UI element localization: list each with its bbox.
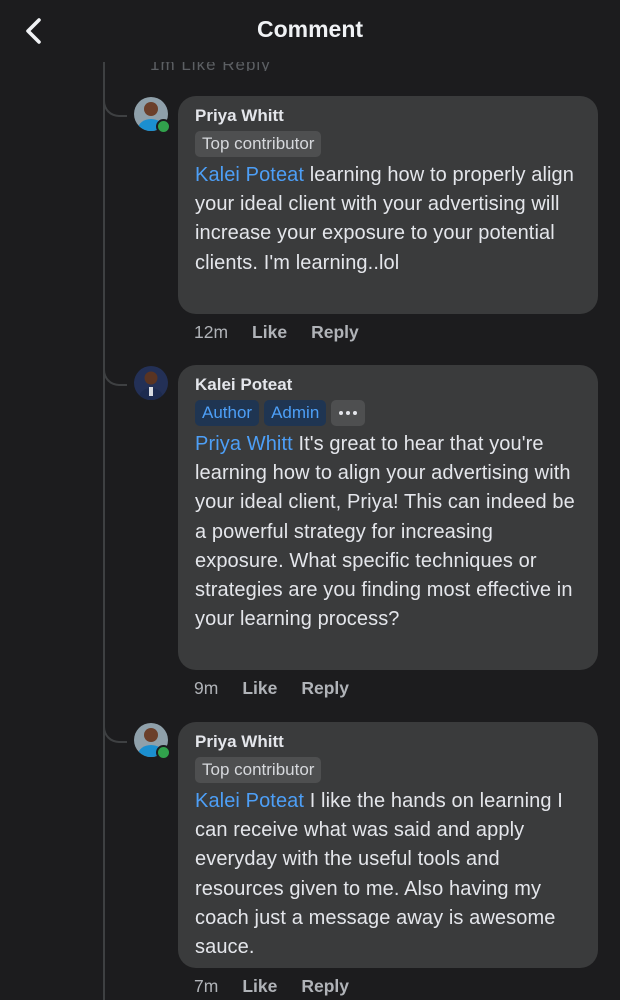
avatar[interactable] — [134, 97, 171, 134]
timestamp: 9m — [194, 678, 219, 698]
like-button[interactable]: Like — [242, 976, 277, 997]
profile-photo — [134, 366, 168, 400]
comment-bubble[interactable]: Priya Whitt Top contributor Kalei Poteat… — [178, 96, 598, 314]
reply-connector — [103, 364, 127, 386]
comment-text: Kalei Poteat learning how to properly al… — [195, 161, 581, 278]
dot-icon — [346, 411, 351, 415]
comment-bubble[interactable]: Kalei Poteat Author Admin Priya Whitt It… — [178, 365, 598, 670]
online-status-dot — [156, 745, 171, 760]
reply-button[interactable]: Reply — [301, 976, 349, 997]
dot-icon — [339, 411, 344, 415]
thread-line — [103, 62, 105, 1000]
avatar[interactable] — [134, 723, 171, 760]
comment-actions: 7m Like Reply — [194, 976, 373, 997]
timestamp: 7m — [194, 976, 219, 996]
comment-text: Kalei Poteat I like the hands on learnin… — [195, 787, 581, 962]
top-contributor-badge: Top contributor — [195, 757, 322, 783]
timestamp: 12m — [194, 322, 229, 342]
top-bar: Comment — [0, 0, 620, 62]
comment-bubble[interactable]: Priya Whitt Top contributor Kalei Poteat… — [178, 722, 598, 968]
dot-icon — [353, 411, 358, 415]
badge-row: Author Admin — [195, 400, 581, 426]
online-status-dot — [156, 119, 171, 134]
avatar[interactable] — [134, 366, 168, 400]
reply-button[interactable]: Reply — [301, 678, 349, 699]
comment-body: It's great to hear that you're learning … — [195, 433, 575, 631]
top-contributor-badge: Top contributor — [195, 131, 322, 157]
mention-link[interactable]: Kalei Poteat — [195, 790, 304, 812]
badge-row: Top contributor — [195, 131, 581, 157]
mention-link[interactable]: Kalei Poteat — [195, 164, 304, 186]
mention-link[interactable]: Priya Whitt — [195, 433, 293, 455]
comment-author[interactable]: Kalei Poteat — [195, 374, 581, 396]
comment-body: I like the hands on learning I can recei… — [195, 790, 563, 959]
page-title: Comment — [256, 16, 364, 42]
more-options-button[interactable] — [331, 400, 366, 426]
comment-author[interactable]: Priya Whitt — [195, 105, 581, 127]
author-badge: Author — [195, 400, 260, 426]
badge-row: Top contributor — [195, 757, 581, 783]
reply-button[interactable]: Reply — [311, 322, 359, 343]
like-button[interactable]: Like — [252, 322, 287, 343]
reply-connector — [103, 721, 127, 743]
reply-connector — [103, 95, 127, 117]
like-button[interactable]: Like — [242, 678, 277, 699]
comment-author[interactable]: Priya Whitt — [195, 731, 581, 753]
comment-actions: 12m Like Reply — [194, 322, 383, 343]
comment-actions: 9m Like Reply — [194, 678, 373, 699]
comment-text: Priya Whitt It's great to hear that you'… — [195, 430, 581, 634]
admin-badge: Admin — [264, 400, 327, 426]
